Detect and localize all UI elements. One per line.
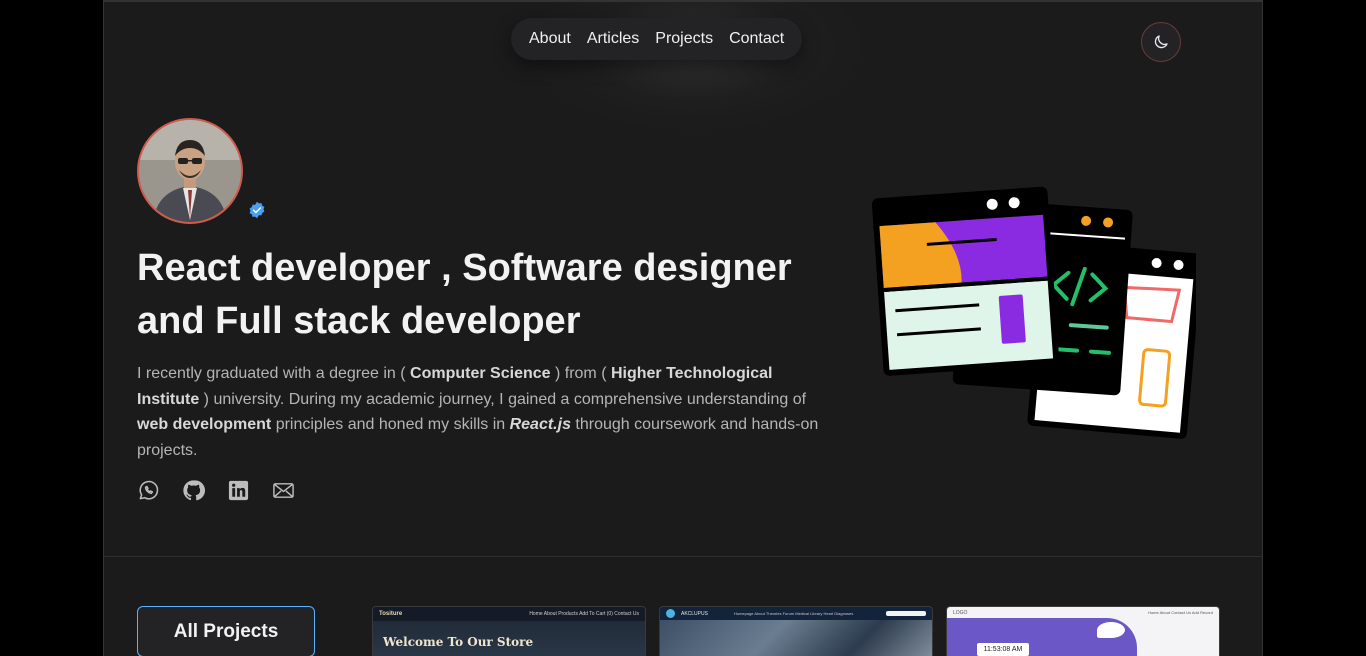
card-logo: LOGO bbox=[953, 609, 968, 616]
card-search-input bbox=[886, 611, 926, 616]
project-card-store[interactable]: Tositure Home About Products Add To Cart… bbox=[372, 606, 646, 656]
card-nav-links: Home About Products Add To Cart (0) Cont… bbox=[529, 611, 639, 617]
card-nav-links: Home About Contact Us Add Record bbox=[1148, 610, 1213, 615]
card-logo-icon bbox=[666, 609, 675, 618]
theme-toggle-button[interactable] bbox=[1141, 22, 1181, 62]
card-navbar: AKCLUPUS Homepage About Theories Forum M… bbox=[660, 607, 932, 620]
moon-icon bbox=[1154, 35, 1168, 49]
nav-contact[interactable]: Contact bbox=[729, 30, 784, 48]
project-card-records[interactable]: LOGO Home About Contact Us Add Record 11… bbox=[946, 606, 1220, 656]
card-brand: AKCLUPUS bbox=[681, 610, 708, 617]
nav-articles[interactable]: Articles bbox=[587, 30, 639, 48]
web-development-illustration bbox=[871, 186, 1196, 439]
social-links bbox=[137, 479, 295, 502]
project-card-medical[interactable]: AKCLUPUS Homepage About Theories Forum M… bbox=[659, 606, 933, 656]
section-divider bbox=[104, 556, 1262, 557]
card-decoration bbox=[1097, 622, 1125, 638]
card-nav-links: Homepage About Theories Forum Medical Li… bbox=[733, 611, 854, 616]
verified-badge-icon bbox=[249, 201, 265, 219]
card-navbar: LOGO Home About Contact Us Add Record bbox=[947, 607, 1219, 618]
github-icon[interactable] bbox=[182, 479, 205, 502]
nav-projects[interactable]: Projects bbox=[655, 30, 713, 48]
card-hero-title: Welcome To Our Store bbox=[383, 635, 534, 649]
card-brand: Tositure bbox=[379, 611, 403, 617]
all-projects-button[interactable]: All Projects bbox=[137, 606, 315, 656]
top-nav: About Articles Projects Contact bbox=[511, 18, 803, 60]
nav-about[interactable]: About bbox=[529, 30, 571, 48]
card-clock: 11:53:08 AM bbox=[977, 643, 1029, 656]
whatsapp-icon[interactable] bbox=[137, 479, 160, 502]
mail-icon[interactable] bbox=[272, 479, 295, 502]
hero-bio: I recently graduated with a degree in ( … bbox=[137, 365, 819, 459]
page-frame: About Articles Projects Contact React de… bbox=[103, 0, 1263, 656]
hero-headline: React developer , Software designer and … bbox=[137, 247, 792, 342]
card-hero-image bbox=[660, 620, 932, 656]
card-navbar: Tositure Home About Products Add To Cart… bbox=[373, 607, 645, 621]
linkedin-icon[interactable] bbox=[227, 479, 250, 502]
avatar bbox=[137, 118, 243, 224]
